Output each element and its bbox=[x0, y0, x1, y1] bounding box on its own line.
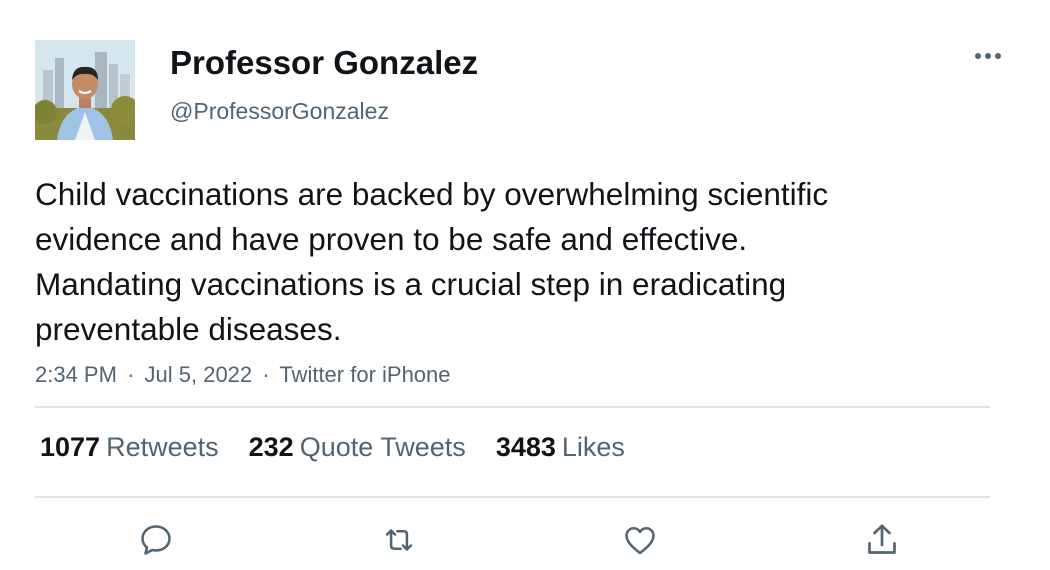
quote-tweets-count: 232 bbox=[248, 432, 294, 462]
retweets-stat[interactable]: 1077 Retweets bbox=[40, 432, 219, 463]
reply-icon bbox=[141, 525, 171, 555]
share-icon bbox=[868, 524, 896, 554]
tweet-text: Child vaccinations are backed by overwhe… bbox=[35, 176, 829, 347]
reply-button[interactable] bbox=[134, 518, 178, 562]
user-handle[interactable]: @ProfessorGonzalez bbox=[170, 98, 389, 125]
retweets-label: Retweets bbox=[106, 432, 219, 462]
profile-photo bbox=[35, 40, 135, 140]
quote-tweets-label: Quote Tweets bbox=[299, 432, 466, 462]
likes-count: 3483 bbox=[495, 432, 556, 462]
tweet-time[interactable]: 2:34 PM bbox=[35, 362, 117, 387]
engagement-stats: 1077 Retweets 232 Quote Tweets 3483 Likes bbox=[40, 432, 625, 463]
tweet-metadata: 2:34 PM · Jul 5, 2022 · Twitter for iPho… bbox=[35, 362, 451, 388]
retweets-count: 1077 bbox=[40, 432, 101, 462]
likes-label: Likes bbox=[561, 432, 625, 462]
like-button[interactable] bbox=[618, 518, 662, 562]
retweet-icon bbox=[385, 529, 413, 551]
heart-icon bbox=[625, 527, 655, 555]
more-horizontal-icon bbox=[975, 53, 1001, 59]
meta-separator: · bbox=[127, 362, 135, 387]
share-button[interactable] bbox=[860, 518, 904, 562]
tweet-source[interactable]: Twitter for iPhone bbox=[279, 362, 450, 387]
likes-stat[interactable]: 3483 Likes bbox=[496, 432, 625, 463]
display-name[interactable]: Professor Gonzalez bbox=[170, 44, 478, 82]
retweet-button[interactable] bbox=[377, 518, 421, 562]
quote-tweets-stat[interactable]: 232 Quote Tweets bbox=[249, 432, 466, 463]
tweet-date[interactable]: Jul 5, 2022 bbox=[145, 362, 253, 387]
meta-separator: · bbox=[262, 362, 270, 387]
avatar[interactable] bbox=[35, 40, 135, 140]
divider bbox=[35, 406, 990, 408]
more-options-button[interactable] bbox=[968, 42, 1008, 70]
divider bbox=[35, 496, 990, 498]
